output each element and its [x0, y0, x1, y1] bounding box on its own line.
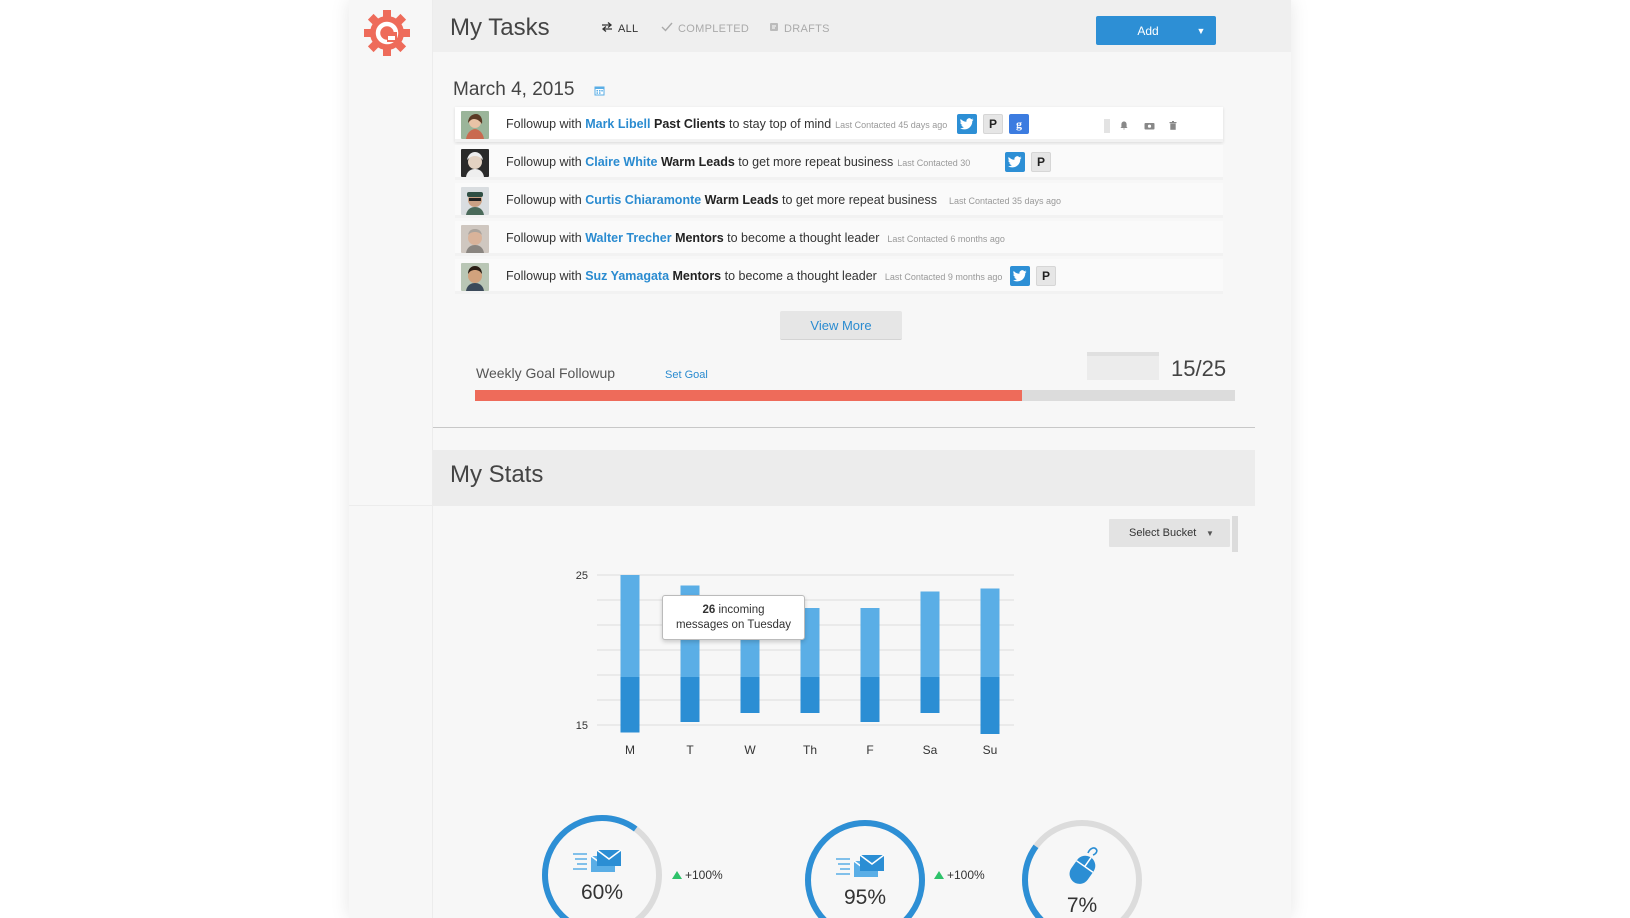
bar-upper-Su: [980, 588, 1000, 677]
mouse-click-icon: [1066, 843, 1102, 890]
x-tick-label: W: [744, 743, 756, 757]
chart-tooltip: 26 incoming messages on Tuesday: [662, 595, 805, 640]
bar-lower-F: [860, 677, 880, 722]
donut-value: 95%: [843, 886, 887, 909]
bar-lower-Sa: [920, 677, 940, 713]
y-tick-label: 15: [576, 720, 588, 732]
x-tick-label: Sa: [923, 743, 938, 757]
bar-lower-Su: [980, 677, 1000, 734]
bar-upper-Sa: [920, 591, 940, 677]
bar-upper-M: [620, 575, 640, 677]
app-window: My Tasks ALL COMPLETED DRAFTS Add ▼ Marc…: [349, 0, 1291, 918]
bar-lower-T: [680, 677, 700, 722]
donut-value: 60%: [580, 881, 624, 904]
bar-upper-F: [860, 608, 880, 677]
bar-lower-W: [740, 677, 760, 713]
x-tick-label: T: [686, 743, 694, 757]
x-tick-label: F: [866, 743, 873, 757]
stat-donut-clicks: 7%: [1019, 817, 1145, 918]
email-send-icon: [571, 847, 623, 880]
email-send-icon: [834, 852, 886, 885]
bar-lower-M: [620, 677, 640, 733]
delta-value: +100%: [685, 868, 723, 882]
delta-badge: +100%: [934, 868, 985, 882]
delta-badge: +100%: [672, 868, 723, 882]
up-arrow-icon: [672, 871, 682, 879]
tooltip-count: 26: [702, 604, 716, 616]
x-tick-label: Su: [983, 743, 998, 757]
up-arrow-icon: [934, 871, 944, 879]
y-tick-label: 25: [576, 570, 588, 582]
stat-donut-email-open: 95%: [802, 817, 928, 918]
stat-donut-email-sent: 60%: [539, 812, 665, 918]
donut-value: 7%: [1066, 894, 1098, 917]
x-tick-label: Th: [803, 743, 817, 757]
messages-bar-chart: 15 25 M T W Th F Sa Su: [576, 570, 1014, 757]
bar-lower-Th: [800, 677, 820, 713]
delta-value: +100%: [947, 868, 985, 882]
tooltip-line2: messages on Tuesday: [675, 619, 792, 631]
x-tick-label: M: [625, 743, 635, 757]
tooltip-line1: incoming: [715, 604, 765, 616]
